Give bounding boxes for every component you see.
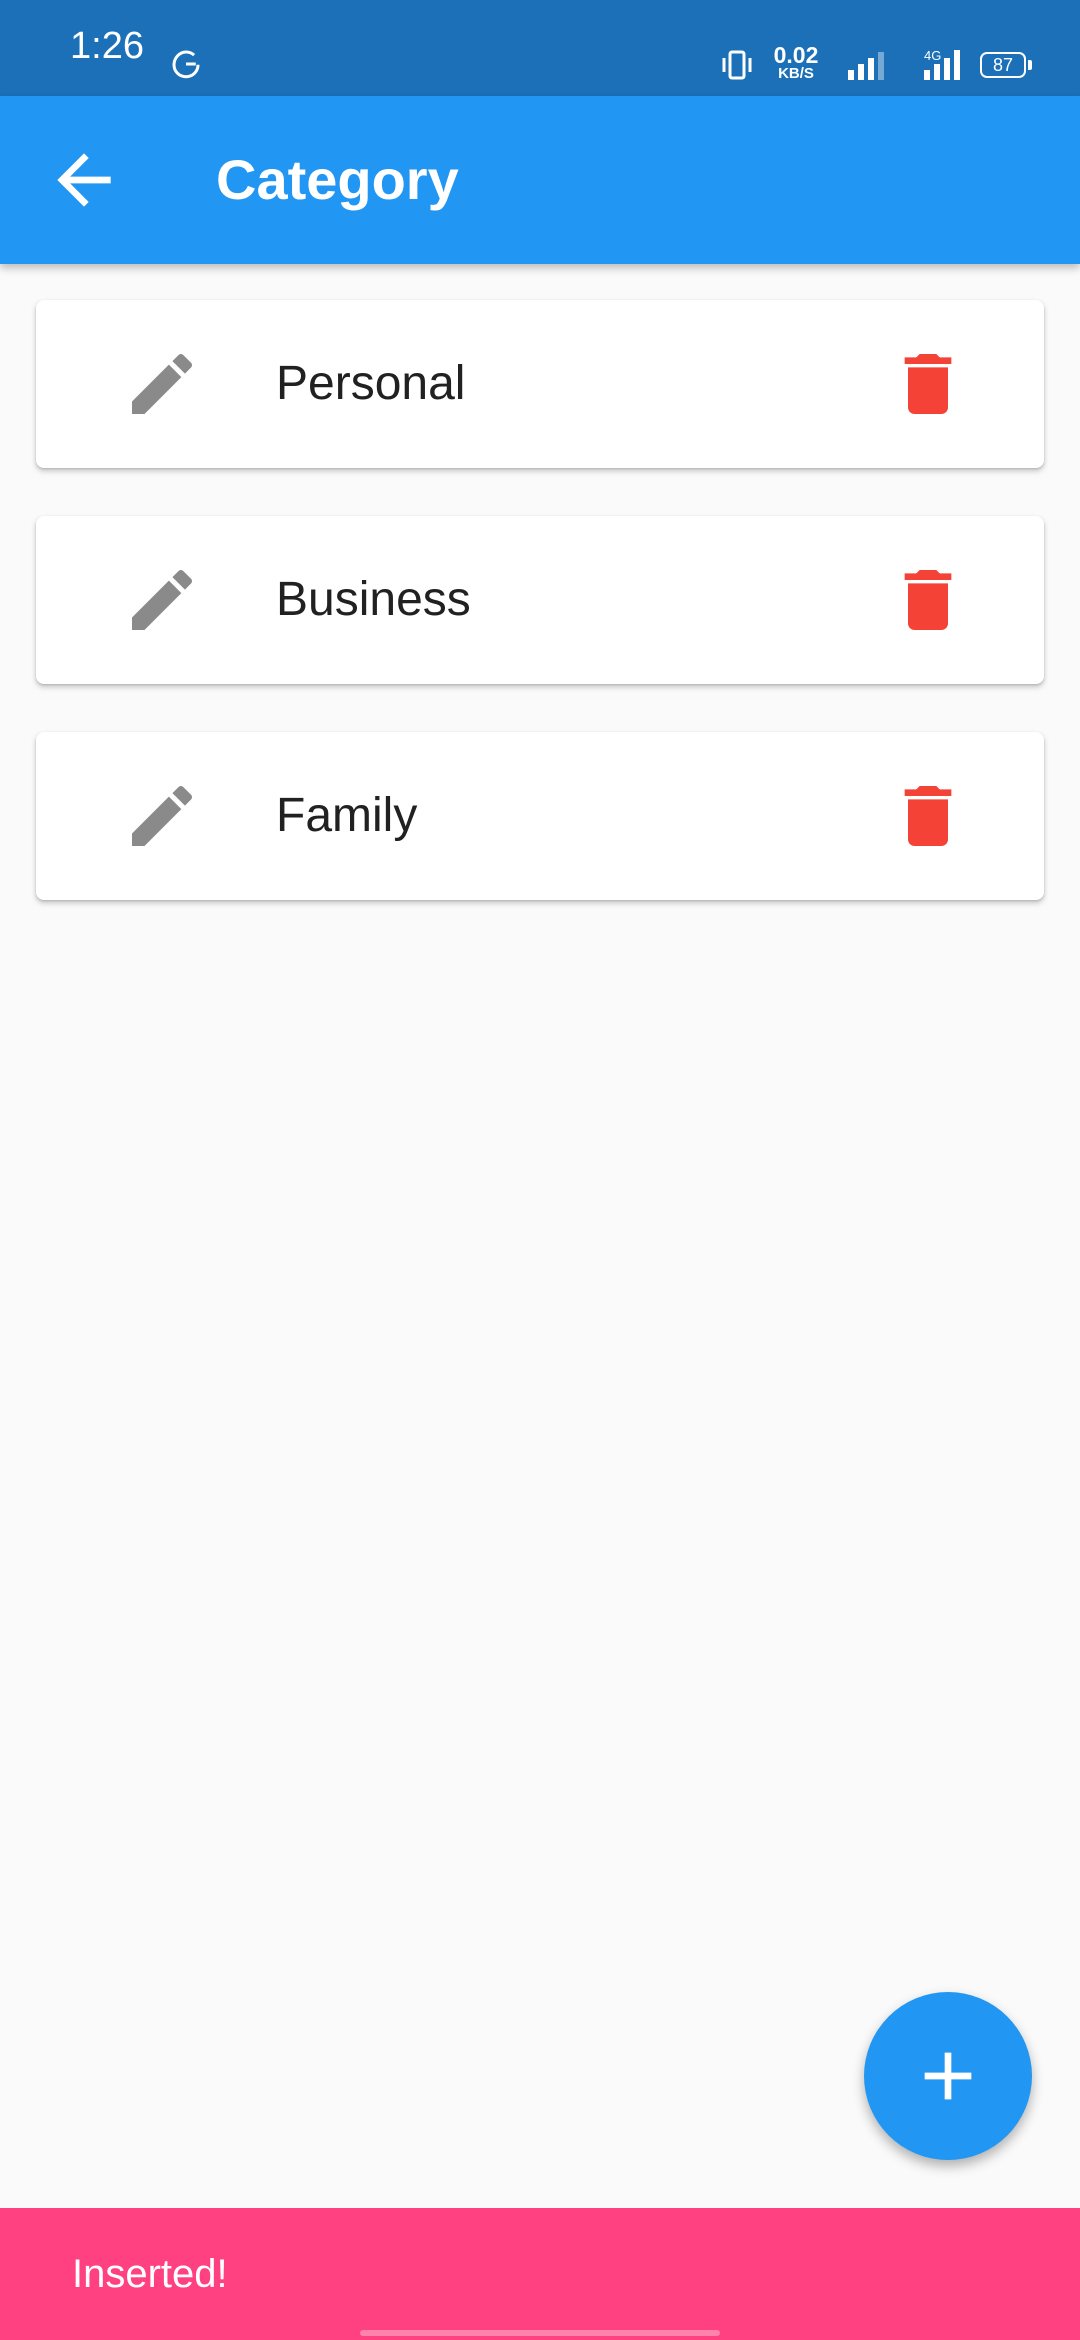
net-speed: 0.02 KB/S: [766, 44, 826, 82]
category-card-family[interactable]: Family: [36, 732, 1044, 900]
trash-icon: [904, 786, 952, 846]
network-type: 4G: [924, 48, 941, 63]
trash-icon: [904, 570, 952, 630]
app-bar: Category: [0, 96, 1080, 264]
trash-icon: [904, 354, 952, 414]
delete-button[interactable]: [888, 344, 968, 424]
arrow-back-icon: [57, 153, 111, 207]
category-label: Business: [276, 573, 471, 626]
back-button[interactable]: [44, 140, 124, 220]
page-title: Category: [216, 148, 459, 211]
snackbar-message: Inserted!: [72, 2252, 228, 2296]
vibrate-icon: [722, 50, 752, 80]
category-card-personal[interactable]: Personal: [36, 300, 1044, 468]
signal-icon: [848, 52, 884, 80]
status-time: 1:26: [70, 25, 144, 67]
edit-button[interactable]: [122, 560, 202, 640]
add-category-button[interactable]: [864, 1992, 1032, 2160]
pencil-icon: [132, 569, 193, 630]
category-label: Personal: [276, 357, 466, 410]
category-card-business[interactable]: Business: [36, 516, 1044, 684]
g-icon: [172, 50, 200, 79]
battery-level: 87: [992, 55, 1014, 75]
delete-button[interactable]: [888, 560, 968, 640]
net-speed-unit: KB/S: [778, 65, 814, 82]
delete-button[interactable]: [888, 776, 968, 856]
category-list: Personal Business Family: [36, 300, 1044, 948]
plus-icon: [924, 2052, 972, 2100]
pencil-icon: [132, 785, 193, 846]
net-speed-value: 0.02: [773, 42, 819, 68]
edit-button[interactable]: [122, 776, 202, 856]
snackbar: Inserted!: [0, 2208, 1080, 2340]
status-icons: 0.02 KB/S 4G 87: [660, 0, 1080, 96]
pencil-icon: [132, 353, 193, 414]
edit-button[interactable]: [122, 344, 202, 424]
battery-nub: [1028, 60, 1032, 70]
battery-icon: 87: [980, 52, 1026, 78]
home-indicator[interactable]: [360, 2330, 720, 2336]
category-label: Family: [276, 789, 418, 842]
signal-4g-icon: 4G: [924, 48, 960, 80]
status-bar: 1:26 0.02 KB/S 4G 87: [0, 0, 1080, 96]
